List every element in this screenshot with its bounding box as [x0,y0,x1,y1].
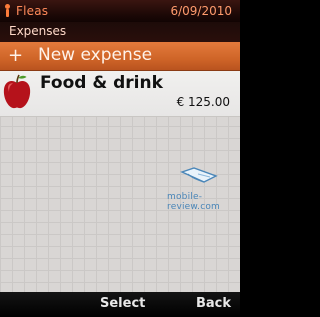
new-expense-label: New expense [38,45,153,65]
page-title: Expenses [9,24,67,38]
watermark-logo-icon [180,167,218,183]
list-item[interactable]: Food & drink € 125.00 [0,71,240,117]
new-expense-item[interactable]: + New expense [0,42,240,71]
watermark-text: mobile-review.com [167,192,221,212]
phone-screen: Fleas 6/09/2010 Expenses + New expense F… [0,0,240,317]
expense-list: + New expense Food & drink € 125.00 mobi… [0,42,240,292]
status-date: 6/09/2010 [170,4,232,18]
plus-icon: + [8,45,24,66]
item-label: Food & drink [40,73,163,93]
status-bar: Fleas 6/09/2010 [0,0,240,22]
apple-icon [3,74,31,109]
back-softkey[interactable]: Back [196,296,231,311]
app-indicator-icon [3,3,11,17]
item-amount: € 125.00 [176,95,230,109]
softkey-bar: Select Back [0,292,240,317]
status-app-name: Fleas [16,4,49,18]
title-bar: Expenses [0,22,240,42]
select-softkey[interactable]: Select [100,296,145,311]
